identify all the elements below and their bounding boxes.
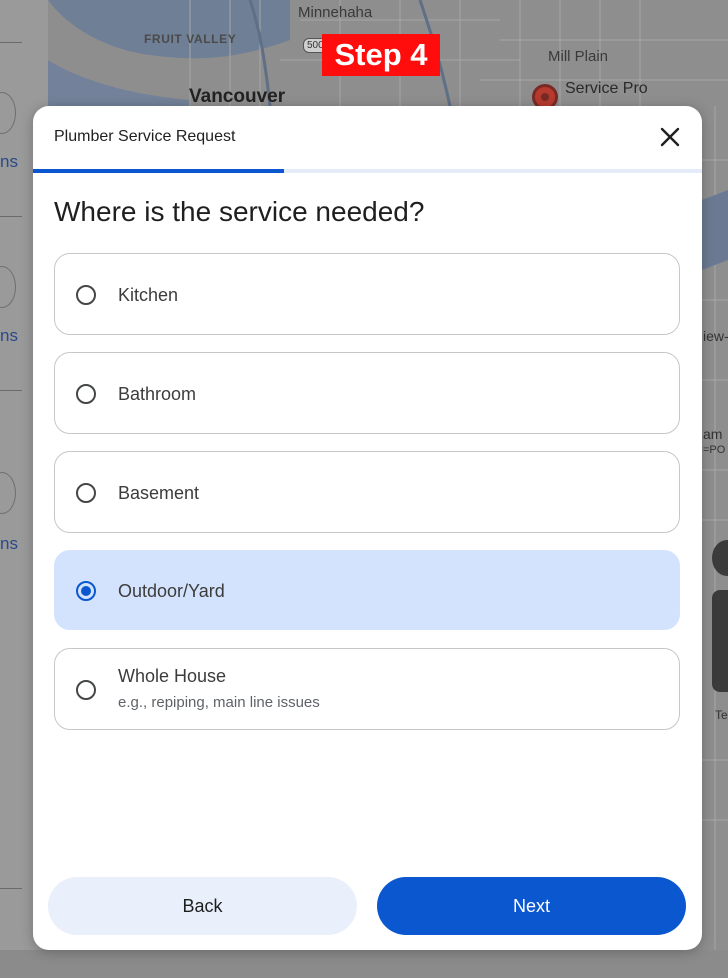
close-icon bbox=[660, 127, 680, 147]
option-whole-house[interactable]: Whole House e.g., repiping, main line is… bbox=[54, 648, 680, 730]
map-label-mill-plain: Mill Plain bbox=[548, 48, 609, 65]
service-request-dialog: Plumber Service Request Where is the ser… bbox=[33, 106, 702, 950]
map-label-service-pro[interactable]: Service Pro bbox=[565, 80, 648, 98]
map-label-fruit-valley: FRUIT VALLEY bbox=[144, 32, 237, 46]
question-heading: Where is the service needed? bbox=[54, 196, 425, 227]
sidebar-text[interactable]: ns bbox=[0, 326, 18, 346]
back-button[interactable]: Back bbox=[48, 877, 357, 935]
map-label-minnehaha: Minnehaha bbox=[298, 4, 373, 21]
option-bathroom[interactable]: Bathroom bbox=[54, 352, 680, 434]
step-badge: Step 4 bbox=[322, 34, 440, 76]
radio-button[interactable] bbox=[76, 384, 96, 404]
option-label: Kitchen bbox=[118, 285, 179, 305]
radio-button-selected[interactable] bbox=[76, 581, 96, 601]
option-label: Basement bbox=[118, 483, 200, 503]
sidebar-divider bbox=[0, 216, 22, 217]
map-fragment-text: Te bbox=[715, 708, 728, 722]
progress-bar bbox=[33, 169, 702, 173]
radio-button[interactable] bbox=[76, 483, 96, 503]
next-button[interactable]: Next bbox=[377, 877, 686, 935]
radio-button[interactable] bbox=[76, 285, 96, 305]
option-label: Bathroom bbox=[118, 384, 197, 404]
option-outdoor-yard[interactable]: Outdoor/Yard bbox=[54, 550, 680, 630]
map-fragment-text: =PO bbox=[703, 444, 726, 456]
radio-button[interactable] bbox=[76, 680, 96, 700]
option-label: Outdoor/Yard bbox=[118, 581, 225, 601]
option-basement[interactable]: Basement bbox=[54, 451, 680, 533]
dialog-title: Plumber Service Request bbox=[54, 128, 236, 145]
sidebar-text[interactable]: ns bbox=[0, 534, 18, 554]
sidebar-divider bbox=[0, 42, 22, 43]
progress-fill bbox=[33, 169, 284, 173]
option-label: Whole House bbox=[118, 666, 227, 686]
sidebar-divider bbox=[0, 390, 22, 391]
map-fragment-text: iew- bbox=[703, 328, 728, 344]
option-kitchen[interactable]: Kitchen bbox=[54, 253, 680, 335]
zoom-controls[interactable] bbox=[712, 590, 728, 692]
sidebar-text[interactable]: ns bbox=[0, 152, 18, 172]
sidebar-divider bbox=[0, 888, 22, 889]
map-fragment-text: am bbox=[703, 426, 723, 442]
map-label-vancouver: Vancouver bbox=[189, 86, 286, 107]
close-button[interactable] bbox=[655, 122, 685, 152]
option-sublabel: e.g., repiping, main line issues bbox=[118, 694, 320, 711]
